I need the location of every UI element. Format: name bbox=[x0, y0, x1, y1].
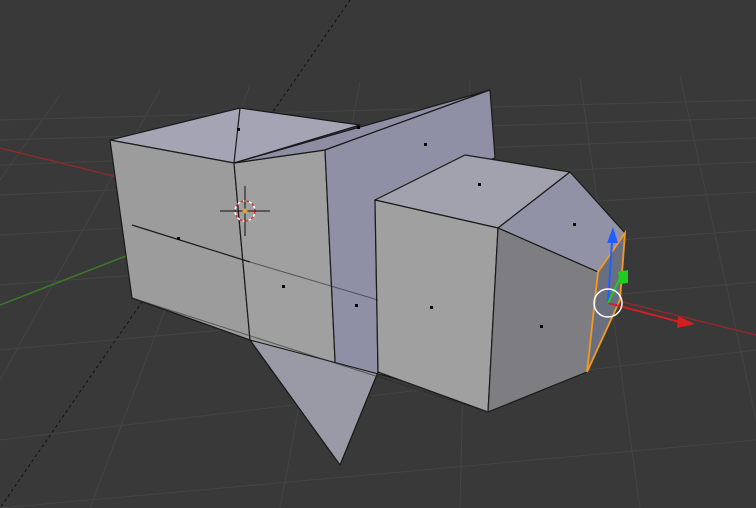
mesh-object[interactable] bbox=[109, 89, 627, 466]
face-dot bbox=[540, 325, 543, 328]
face-dot bbox=[478, 183, 481, 186]
face-dot bbox=[430, 306, 433, 309]
face-dot bbox=[355, 304, 358, 307]
3d-viewport[interactable] bbox=[0, 0, 756, 508]
face-dot bbox=[237, 128, 240, 131]
face-dot bbox=[177, 237, 180, 240]
face-dot bbox=[357, 126, 360, 129]
face-dot bbox=[424, 143, 427, 146]
face-dot bbox=[573, 223, 576, 226]
mesh-face-right-front[interactable] bbox=[374, 199, 499, 413]
viewport-canvas[interactable] bbox=[0, 0, 756, 508]
face-dot bbox=[282, 285, 285, 288]
